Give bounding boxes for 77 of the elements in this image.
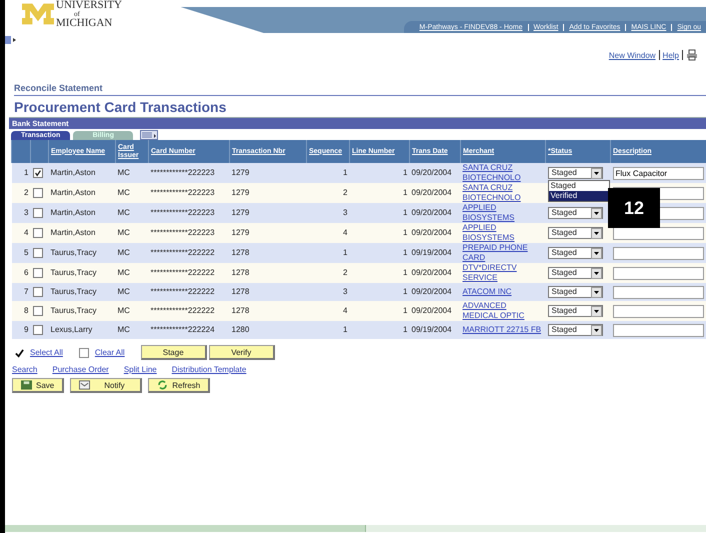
table-cell: ************222222 (150, 287, 215, 296)
table-cell: MC (118, 228, 130, 237)
table-cell: 1279 (232, 208, 250, 217)
table-cell: 1 (403, 268, 408, 277)
table-cell: ************222223 (150, 188, 215, 197)
table-cell: 1279 (232, 168, 250, 177)
table-cell: 1 (403, 248, 408, 257)
row-number: 8 (24, 306, 28, 315)
table-cell: 1 (403, 325, 408, 334)
table-cell: 1 (403, 168, 408, 177)
row-number: 6 (24, 268, 28, 277)
table-cell: 1 (403, 306, 408, 315)
table-cell: 1278 (232, 248, 250, 257)
table-cell: ************222223 (150, 168, 215, 177)
row-number: 2 (24, 188, 28, 197)
table-cell: 09/19/2004 (412, 248, 452, 257)
table-cell: 1278 (232, 306, 250, 315)
table-cell: 09/20/2004 (412, 208, 452, 217)
row-number: 9 (24, 325, 28, 334)
row-number: 4 (24, 228, 28, 237)
table-cell: ************222224 (150, 325, 215, 334)
table-cell: ************222223 (150, 228, 215, 237)
table-cell: 1 (343, 168, 348, 177)
row-number: 5 (24, 248, 28, 257)
table-cell: 1278 (232, 287, 250, 296)
table-cell: 09/19/2004 (412, 325, 452, 334)
table-cell: 1280 (232, 325, 250, 334)
table-cell: MC (118, 208, 130, 217)
table-cell: Martin,Aston (50, 188, 96, 197)
table-cell: 09/20/2004 (412, 268, 452, 277)
table-cell: Taurus,Tracy (50, 248, 96, 257)
table-cell: 2 (343, 268, 348, 277)
table-cell: 1 (403, 287, 408, 296)
table-cell: MC (118, 188, 130, 197)
row-number: 3 (24, 208, 28, 217)
table-cell: MC (118, 287, 130, 296)
table-cell: ************222223 (150, 208, 215, 217)
table-cell: 1 (403, 188, 408, 197)
page-title: Procurement Card Transactions (14, 99, 228, 117)
table-cell: 09/20/2004 (412, 188, 452, 197)
step-number-tooltip: 12 (608, 188, 660, 228)
table-cell: 1278 (232, 268, 250, 277)
table-cell: MC (118, 325, 130, 334)
table-cell: 1 (343, 325, 348, 334)
table-cell: ************222222 (150, 248, 215, 257)
table-cell: 2 (343, 188, 348, 197)
table-cell: 1 (343, 248, 348, 257)
table-cell: MC (118, 168, 130, 177)
logo-text: UNIVERSITY (56, 0, 122, 11)
table-cell: Martin,Aston (50, 208, 96, 217)
table-cell: Martin,Aston (50, 228, 96, 237)
table-cell: 09/20/2004 (412, 306, 452, 315)
table-cell: Lexus,Larry (50, 325, 92, 334)
table-cell: 4 (343, 306, 348, 315)
table-cell: 3 (343, 208, 348, 217)
table-cell: Taurus,Tracy (50, 306, 96, 315)
table-cell: 09/20/2004 (412, 228, 452, 237)
table-cell: 3 (343, 287, 348, 296)
table-cell: MC (118, 248, 130, 257)
table-cell: 4 (343, 228, 348, 237)
table-cell: 1 (403, 228, 408, 237)
table-cell: ************222222 (150, 306, 215, 315)
table-cell: 1279 (232, 228, 250, 237)
logo-text: MICHIGAN (56, 18, 112, 29)
table-cell: MC (118, 268, 130, 277)
table-cell: 09/20/2004 (412, 168, 452, 177)
page-subtitle: Reconcile Statement (14, 83, 706, 96)
table-cell: 09/20/2004 (412, 287, 452, 296)
table-cell: Martin,Aston (50, 168, 96, 177)
table-cell: MC (118, 306, 130, 315)
table-cell: Taurus,Tracy (50, 287, 96, 296)
row-number: 7 (24, 287, 28, 296)
table-cell: Taurus,Tracy (50, 268, 96, 277)
table-cell: 1 (403, 208, 408, 217)
table-cell: 1279 (232, 188, 250, 197)
row-number: 1 (24, 168, 28, 177)
table-cell: ************222222 (150, 268, 215, 277)
